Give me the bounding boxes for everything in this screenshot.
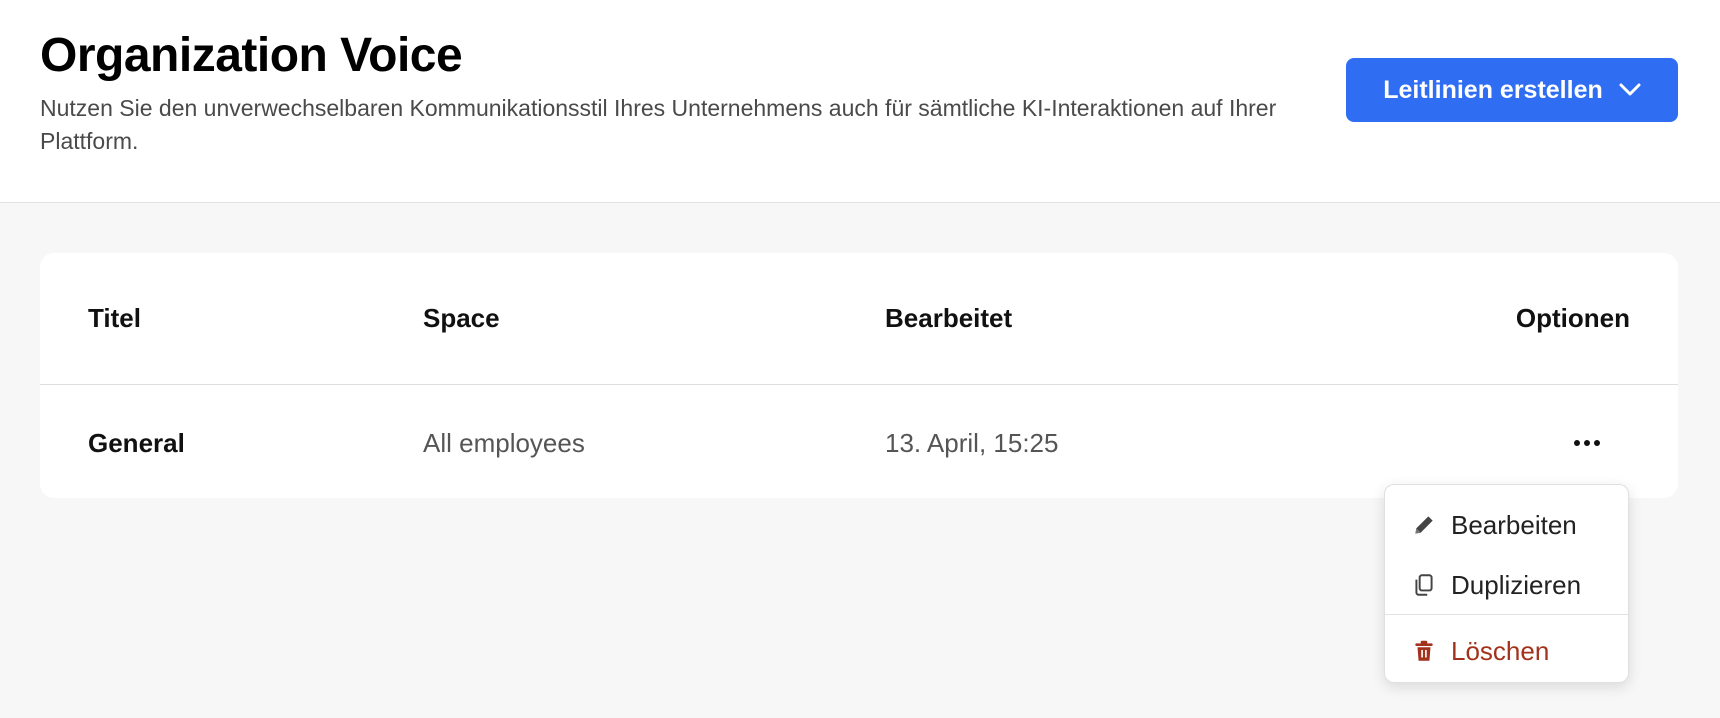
menu-divider (1385, 614, 1628, 615)
create-guidelines-label: Leitlinien erstellen (1383, 75, 1603, 104)
trash-icon (1415, 640, 1433, 661)
chevron-down-icon (1619, 83, 1641, 96)
row-edited: 13. April, 15:25 (885, 428, 1059, 458)
row-space: All employees (423, 428, 585, 458)
more-horizontal-icon (1574, 440, 1580, 446)
menu-item-delete-label: Löschen (1451, 635, 1550, 666)
column-header-edited: Bearbeitet (885, 303, 1013, 333)
create-guidelines-button[interactable]: Leitlinien erstellen (1346, 58, 1678, 122)
options-menu: Bearbeiten Duplizieren Löschen (1384, 484, 1629, 683)
page-title: Organization Voice (40, 29, 463, 82)
page-header: Organization Voice Nutzen Sie den unverw… (0, 0, 1720, 203)
menu-item-duplicate-label: Duplizieren (1451, 569, 1582, 600)
guidelines-table: Titel Space Bearbeitet Optionen General … (40, 253, 1678, 498)
menu-item-duplicate[interactable]: Duplizieren (1385, 559, 1628, 611)
menu-item-delete[interactable]: Löschen (1385, 625, 1628, 677)
copy-icon (1415, 574, 1433, 596)
pencil-icon (1415, 516, 1433, 534)
column-header-space: Space (423, 303, 500, 333)
menu-item-edit-label: Bearbeiten (1451, 509, 1577, 540)
page-subtitle: Nutzen Sie den unverwechselbaren Kommuni… (40, 95, 1277, 154)
column-header-title: Titel (88, 303, 141, 333)
column-header-options: Optionen (1515, 303, 1630, 333)
row-title[interactable]: General (88, 428, 185, 459)
table-header: Titel Space Bearbeitet Optionen (40, 253, 1678, 385)
more-options-button[interactable] (1562, 423, 1612, 463)
menu-item-edit[interactable]: Bearbeiten (1385, 499, 1628, 551)
